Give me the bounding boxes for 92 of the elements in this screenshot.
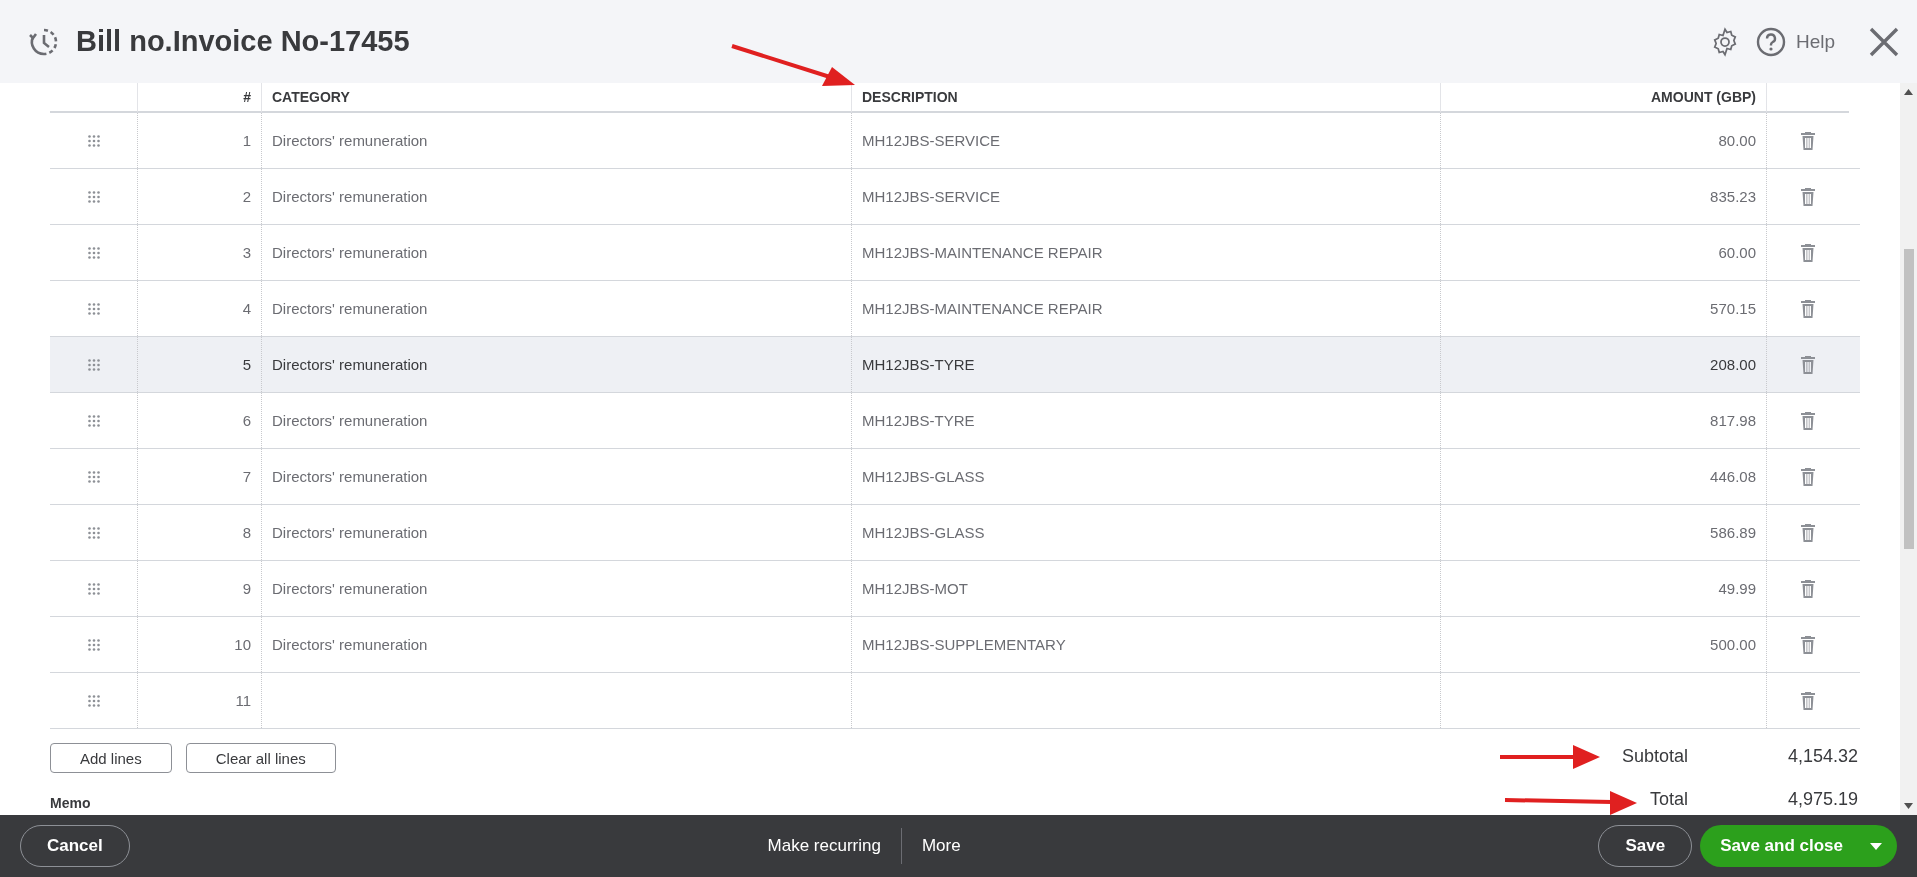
- drag-handle-icon[interactable]: [87, 302, 100, 315]
- table-cell: 4: [137, 281, 261, 336]
- table-cell: 1: [137, 113, 261, 168]
- table-row[interactable]: 10 Directors' remuneration MH12JBS-SUPPLEMENTARY 500.00: [50, 617, 1860, 673]
- table-row[interactable]: 2 Directors' remuneration MH12JBS-SERVICE 835.23: [50, 169, 1860, 225]
- drag-handle-icon[interactable]: [87, 470, 100, 483]
- trash-icon[interactable]: [1801, 579, 1815, 598]
- drag-handle-icon[interactable]: [87, 526, 100, 539]
- table-cell[interactable]: MH12JBS-MOT: [851, 561, 1440, 616]
- trash-icon[interactable]: [1801, 299, 1815, 318]
- table-cell[interactable]: 586.89: [1440, 505, 1766, 560]
- memo-label: Memo: [50, 795, 92, 811]
- trash-icon[interactable]: [1801, 635, 1815, 654]
- table-cell[interactable]: 835.23: [1440, 169, 1766, 224]
- table-cell: 11: [137, 673, 261, 728]
- table-cell: 3: [137, 225, 261, 280]
- table-cell[interactable]: MH12JBS-MAINTENANCE REPAIR: [851, 281, 1440, 336]
- drag-handle-icon[interactable]: [87, 246, 100, 259]
- trash-icon[interactable]: [1801, 411, 1815, 430]
- table-row[interactable]: 3 Directors' remuneration MH12JBS-MAINTENANCE REPAIR 60.00: [50, 225, 1860, 281]
- table-row[interactable]: 1 Directors' remuneration MH12JBS-SERVICE 80.00: [50, 113, 1860, 169]
- total-value: 4,975.19: [1786, 789, 1858, 810]
- drag-handle-icon[interactable]: [87, 414, 100, 427]
- table-cell[interactable]: 80.00: [1440, 113, 1766, 168]
- total-label: Subtotal: [1621, 746, 1689, 767]
- drag-handle-icon[interactable]: [87, 582, 100, 595]
- table-cell[interactable]: Directors' remuneration: [261, 505, 851, 560]
- table-cell: 2: [137, 169, 261, 224]
- line-button[interactable]: Add lines: [50, 743, 172, 773]
- total-label: Total: [1648, 789, 1689, 810]
- table-cell[interactable]: Directors' remuneration: [261, 617, 851, 672]
- drag-handle-icon[interactable]: [87, 694, 100, 707]
- table-cell[interactable]: 817.98: [1440, 393, 1766, 448]
- table-cell[interactable]: Directors' remuneration: [261, 113, 851, 168]
- trash-icon[interactable]: [1801, 691, 1815, 710]
- trash-icon[interactable]: [1801, 467, 1815, 486]
- trash-icon[interactable]: [1801, 523, 1815, 542]
- scrollbar-thumb[interactable]: [1903, 249, 1914, 549]
- drag-handle-icon[interactable]: [87, 358, 100, 371]
- table-cell: 7: [137, 449, 261, 504]
- drag-handle-icon[interactable]: [87, 638, 100, 651]
- table-cell[interactable]: Directors' remuneration: [261, 225, 851, 280]
- scrollbar[interactable]: [1900, 83, 1917, 815]
- table-cell[interactable]: 49.99: [1440, 561, 1766, 616]
- line-button[interactable]: Clear all lines: [185, 743, 336, 773]
- table-cell[interactable]: MH12JBS-SERVICE: [851, 113, 1440, 168]
- table-cell[interactable]: 446.08: [1440, 449, 1766, 504]
- table-cell[interactable]: Directors' remuneration: [261, 393, 851, 448]
- table-cell[interactable]: Directors' remuneration: [261, 169, 851, 224]
- table-cell[interactable]: MH12JBS-SUPPLEMENTARY: [851, 617, 1440, 672]
- table-cell[interactable]: Directors' remuneration: [261, 561, 851, 616]
- table-cell[interactable]: 570.15: [1440, 281, 1766, 336]
- table-cell[interactable]: MH12JBS-GLASS: [851, 505, 1440, 560]
- trash-icon[interactable]: [1801, 131, 1815, 150]
- window-title: Bill no.Invoice No-17455: [76, 25, 411, 58]
- table-cell[interactable]: MH12JBS-MAINTENANCE REPAIR: [851, 225, 1440, 280]
- help-icon[interactable]: [1755, 26, 1786, 57]
- table-cell[interactable]: MH12JBS-GLASS: [851, 449, 1440, 504]
- drag-handle-icon[interactable]: [87, 134, 100, 147]
- table-cell[interactable]: 208.00: [1440, 337, 1766, 392]
- make-recurring-button[interactable]: Make recurring: [747, 832, 901, 860]
- table-row[interactable]: 11: [50, 673, 1860, 729]
- trash-icon[interactable]: [1801, 243, 1815, 262]
- trash-icon[interactable]: [1801, 355, 1815, 374]
- table-cell: 5: [137, 337, 261, 392]
- table-cell[interactable]: Directors' remuneration: [261, 449, 851, 504]
- table-row[interactable]: 6 Directors' remuneration MH12JBS-TYRE 817.98: [50, 393, 1860, 449]
- table-cell: 10: [137, 617, 261, 672]
- table-cell: 8: [137, 505, 261, 560]
- drag-handle-icon[interactable]: [87, 190, 100, 203]
- close-icon[interactable]: [1869, 26, 1899, 57]
- total-value: 4,154.32: [1786, 746, 1858, 767]
- scroll-down-icon[interactable]: [1904, 803, 1913, 809]
- table-row[interactable]: 9 Directors' remuneration MH12JBS-MOT 49.99: [50, 561, 1860, 617]
- table-cell: 9: [137, 561, 261, 616]
- table-row[interactable]: 8 Directors' remuneration MH12JBS-GLASS 586.89: [50, 505, 1860, 561]
- trash-icon[interactable]: [1801, 187, 1815, 206]
- scroll-up-icon[interactable]: [1904, 89, 1913, 95]
- caret-icon: [1870, 842, 1882, 850]
- table-cell[interactable]: 500.00: [1440, 617, 1766, 672]
- help-link[interactable]: Help: [1795, 30, 1835, 53]
- table-cell[interactable]: Directors' remuneration: [261, 281, 851, 336]
- table-cell: 6: [137, 393, 261, 448]
- table-row[interactable]: 4 Directors' remuneration MH12JBS-MAINTENANCE REPAIR 570.15: [50, 281, 1860, 337]
- table-cell[interactable]: MH12JBS-SERVICE: [851, 169, 1440, 224]
- table-row[interactable]: 5 Directors' remuneration MH12JBS-TYRE 208.00: [50, 337, 1860, 393]
- table-cell[interactable]: 60.00: [1440, 225, 1766, 280]
- table-cell[interactable]: MH12JBS-TYRE: [851, 393, 1440, 448]
- more-button[interactable]: More: [901, 832, 981, 860]
- table-cell[interactable]: MH12JBS-TYRE: [851, 337, 1440, 392]
- table-row[interactable]: 7 Directors' remuneration MH12JBS-GLASS 446.08: [50, 449, 1860, 505]
- table-cell[interactable]: Directors' remuneration: [261, 337, 851, 392]
